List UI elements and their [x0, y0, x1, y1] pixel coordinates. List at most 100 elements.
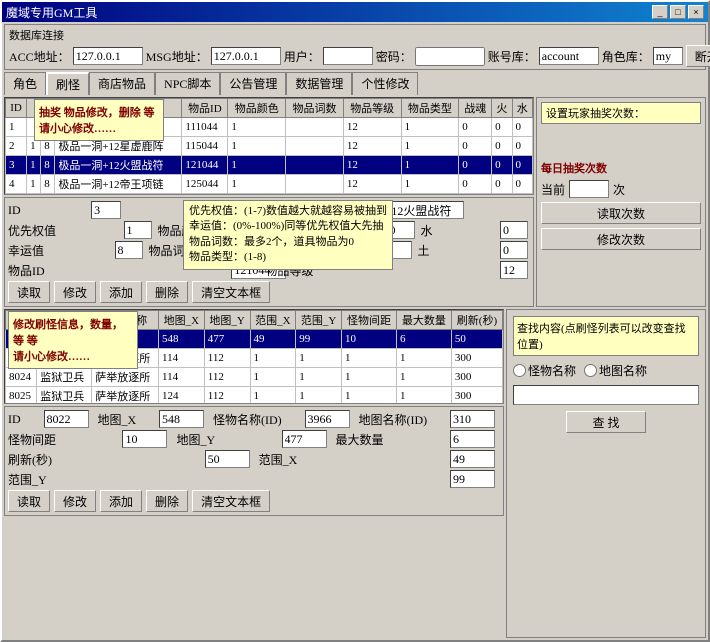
mdist-input[interactable]	[122, 430, 167, 448]
current-input[interactable]	[569, 180, 609, 198]
mname-input[interactable]	[305, 410, 350, 428]
notice2-line2: 请小心修改……	[13, 348, 133, 364]
pwd-label: 密码：	[376, 48, 412, 65]
user-input[interactable]	[323, 47, 373, 65]
tab-data[interactable]: 数据管理	[286, 72, 352, 95]
current-label: 当前	[541, 181, 565, 198]
monster-add-btn[interactable]: 添加	[100, 490, 142, 512]
priority-label: 优先权值	[8, 222, 120, 239]
mid-label: ID	[8, 412, 40, 427]
mdist-label: 怪物间距	[8, 431, 118, 448]
notice1-line2: 请小心修改……	[39, 120, 159, 136]
lottery-set-label: 设置玩家抽奖次数：	[541, 102, 701, 124]
db-input[interactable]	[539, 47, 599, 65]
mcol-y: 地图_Y	[204, 311, 250, 330]
mry-input[interactable]	[450, 470, 495, 488]
item-add-btn[interactable]: 添加	[100, 281, 142, 303]
search-button[interactable]: 查 找	[566, 411, 646, 433]
col-itemid: 物品ID	[182, 99, 228, 118]
monster-delete-btn[interactable]: 删除	[146, 490, 188, 512]
monster-read-btn[interactable]: 读取	[8, 490, 50, 512]
tab-role[interactable]: 角色	[4, 72, 46, 95]
mrx-input[interactable]	[450, 450, 495, 468]
radio-map[interactable]	[584, 364, 597, 377]
item-clear-btn[interactable]: 清空文本框	[192, 281, 270, 303]
radio-monster-label: 怪物名称	[528, 362, 576, 379]
acc-input[interactable]	[73, 47, 143, 65]
earth-label: 土	[418, 242, 497, 259]
msg-label: MSG地址：	[146, 48, 208, 65]
notice-box-1: 抽奖 物品修改，删除 等 请小心修改……	[34, 99, 164, 141]
item-modify-btn[interactable]: 修改	[54, 281, 96, 303]
mcol-dist: 怪物间距	[342, 311, 397, 330]
item-table-row[interactable]: 318极品一洞+12火盟战符1210441121000	[6, 156, 533, 175]
msg-input[interactable]	[211, 47, 281, 65]
tab-refresh[interactable]: 刷怪	[46, 72, 89, 95]
search-input[interactable]	[513, 385, 699, 405]
col-id: ID	[6, 99, 27, 118]
notice1-line1: 抽奖 物品修改，删除 等	[39, 104, 159, 120]
tab-personal[interactable]: 个性修改	[352, 72, 418, 95]
col-fire: 火	[492, 99, 512, 118]
window-title: 魔域专用GM工具	[6, 4, 97, 21]
maximize-button[interactable]: □	[670, 5, 686, 19]
monster-clear-btn[interactable]: 清空文本框	[192, 490, 270, 512]
read-count-btn[interactable]: 读取次数	[541, 202, 701, 224]
tab-shop[interactable]: 商店物品	[89, 72, 155, 95]
water-input[interactable]	[500, 221, 528, 239]
connect-button[interactable]: 断开	[686, 45, 710, 67]
hint-text: 优先权值：(1-7)数值越大就越容易被抽到 幸运值：(0%-100%)同等优先权…	[189, 204, 387, 266]
mry-label: 范围_Y	[8, 471, 446, 488]
tab-bar: 角色 刷怪 商店物品 NPC脚本 公告管理 数据管理 个性修改	[4, 72, 706, 95]
item-id-label: ID	[8, 203, 87, 218]
minimize-button[interactable]: _	[652, 5, 668, 19]
mapy-input[interactable]	[282, 430, 327, 448]
item-delete-btn[interactable]: 删除	[146, 281, 188, 303]
main-window: 魔域专用GM工具 _ □ × 数据库连接 ACC地址： MSG地址： 用户： 密…	[0, 0, 710, 642]
user-label: 用户：	[284, 48, 320, 65]
priority-input[interactable]	[124, 221, 152, 239]
modify-count-btn[interactable]: 修改次数	[541, 228, 701, 250]
col-level: 物品等级	[343, 99, 401, 118]
mcol-rx: 范围_X	[250, 311, 296, 330]
level-input[interactable]	[500, 261, 528, 279]
item-read-btn[interactable]: 读取	[8, 281, 50, 303]
col-color: 物品颜色	[228, 99, 286, 118]
item-table-row[interactable]: 418极品一洞+12帝王项链1250441121000	[6, 175, 533, 194]
radio-monster[interactable]	[513, 364, 526, 377]
water-label2: 水	[421, 222, 497, 239]
pwd-input[interactable]	[415, 47, 485, 66]
mmax-label: 最大数量	[336, 431, 446, 448]
role-input[interactable]	[653, 47, 683, 65]
notice-box-2: 修改刷怪信息，数量，等 等 请小心修改……	[8, 311, 138, 369]
earth-input[interactable]	[500, 241, 528, 259]
mid-input[interactable]	[44, 410, 89, 428]
mapx-input[interactable]	[159, 410, 204, 428]
luck-label: 幸运值	[8, 242, 111, 259]
item-id-input[interactable]	[91, 201, 121, 219]
col-water: 水	[512, 99, 533, 118]
close-button[interactable]: ×	[688, 5, 704, 19]
tab-announce[interactable]: 公告管理	[220, 72, 286, 95]
mrefresh-label: 刷新(秒)	[8, 451, 201, 468]
mcol-refresh: 刷新(秒)	[451, 311, 502, 330]
hint-box: 优先权值：(1-7)数值越大就越容易被抽到 幸运值：(0%-100%)同等优先权…	[183, 200, 393, 270]
monster-table-row[interactable]: 8024监狱卫兵萨举放逐所1141121111300	[6, 368, 503, 387]
search-radio-row: 怪物名称 地图名称	[513, 362, 699, 379]
radio-map-label: 地图名称	[599, 362, 647, 379]
luck-input[interactable]	[115, 241, 143, 259]
col-words: 物品词数	[286, 99, 344, 118]
monster-table-row[interactable]: 8025监狱卫兵萨举放逐所1241121111300	[6, 387, 503, 405]
mcol-max: 最大数量	[396, 311, 451, 330]
tab-npc[interactable]: NPC脚本	[155, 72, 220, 95]
mapname-input[interactable]	[450, 410, 495, 428]
col-type: 物品类型	[401, 99, 459, 118]
mmax-input[interactable]	[450, 430, 495, 448]
monster-modify-btn[interactable]: 修改	[54, 490, 96, 512]
role-label: 角色库：	[602, 48, 650, 65]
db-section-label: 数据库连接	[9, 27, 701, 43]
mcol-ry: 范围_Y	[296, 311, 342, 330]
mrefresh-input[interactable]	[205, 450, 250, 468]
item-table-row[interactable]: 518极品一洞+12霸道战甲1310441121000	[6, 194, 533, 196]
db-label: 账号库：	[488, 48, 536, 65]
